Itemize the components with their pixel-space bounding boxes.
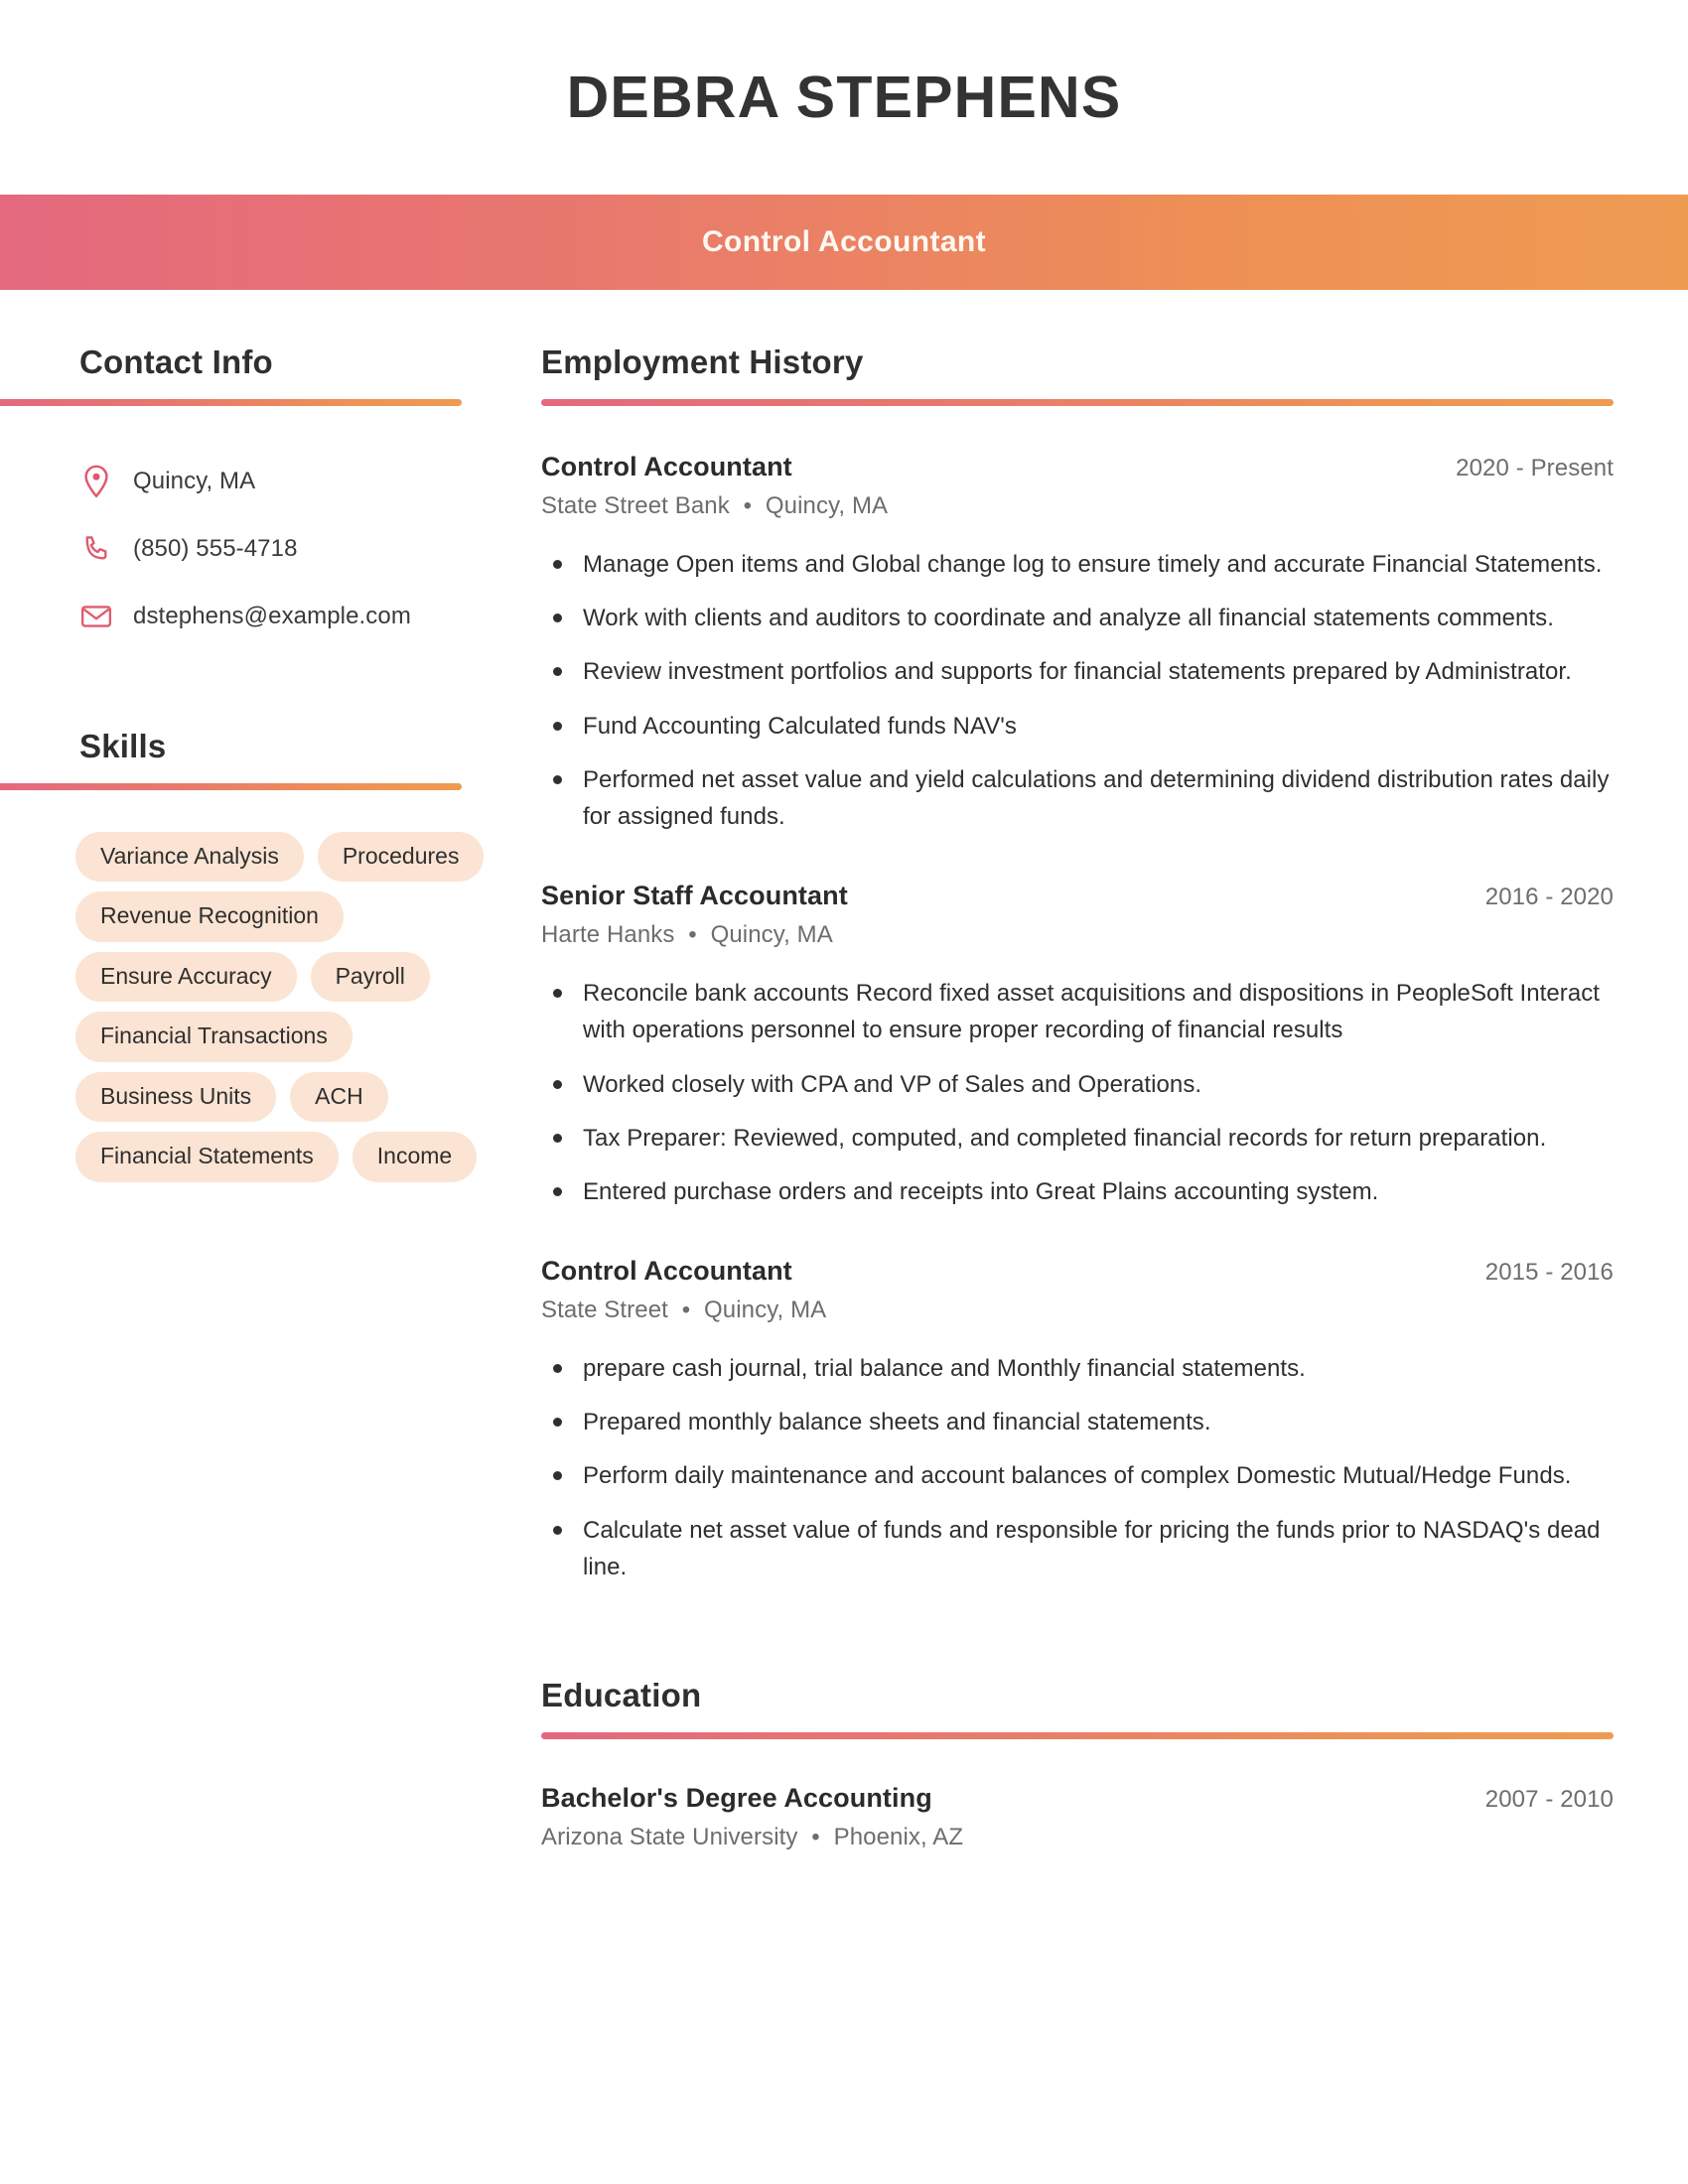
contact-email-value: dstephens@example.com bbox=[133, 603, 411, 629]
contact-item-email[interactable]: dstephens@example.com bbox=[79, 583, 541, 650]
employment-history-heading: Employment History bbox=[541, 343, 864, 380]
employment-entry: Control Accountant 2015 - 2016 State Str… bbox=[541, 1256, 1614, 1585]
education-divider bbox=[541, 1732, 1614, 1739]
employment-bullet: Calculate net asset value of funds and r… bbox=[541, 1512, 1614, 1585]
employment-bullet: Prepared monthly balance sheets and fina… bbox=[541, 1404, 1614, 1440]
bullet-separator-icon: • bbox=[743, 492, 753, 519]
education-entry: Bachelor's Degree Accounting 2007 - 2010… bbox=[541, 1783, 1614, 1851]
resume-page: DEBRA STEPHENS Control Accountant Contac… bbox=[0, 0, 1688, 2184]
skill-pill[interactable]: Financial Transactions bbox=[75, 1012, 352, 1062]
employment-entry: Senior Staff Accountant 2016 - 2020 Hart… bbox=[541, 881, 1614, 1210]
employment-bullet: Perform daily maintenance and account ba… bbox=[541, 1457, 1614, 1494]
employment-bullets: Reconcile bank accounts Record fixed ass… bbox=[541, 975, 1614, 1210]
employment-dates: 2016 - 2020 bbox=[1484, 884, 1614, 911]
skills-section: Skills Variance Analysis Procedures Reve… bbox=[0, 728, 541, 1182]
employment-bullets: Manage Open items and Global change log … bbox=[541, 546, 1614, 835]
employment-company-location: Harte Hanks • Quincy, MA bbox=[541, 921, 1614, 949]
main-column: Employment History Control Accountant 20… bbox=[541, 343, 1688, 1851]
employment-company-location: State Street Bank • Quincy, MA bbox=[541, 492, 1614, 520]
contact-phone-value: (850) 555-4718 bbox=[133, 535, 298, 562]
skill-pill[interactable]: Procedures bbox=[317, 832, 485, 883]
location-pin-icon bbox=[79, 465, 113, 498]
employment-bullet: Tax Preparer: Reviewed, computed, and co… bbox=[541, 1120, 1614, 1157]
bullet-separator-icon: • bbox=[681, 1297, 691, 1324]
envelope-icon bbox=[79, 604, 113, 629]
employment-bullet: Work with clients and auditors to coordi… bbox=[541, 600, 1614, 636]
skill-pill[interactable]: Income bbox=[352, 1132, 478, 1182]
education-school: Arizona State University bbox=[541, 1824, 798, 1850]
employment-bullet: Entered purchase orders and receipts int… bbox=[541, 1173, 1614, 1210]
skill-pill[interactable]: Variance Analysis bbox=[75, 832, 304, 883]
employment-job-title: Control Accountant bbox=[541, 452, 792, 481]
contact-item-phone[interactable]: (850) 555-4718 bbox=[79, 515, 541, 583]
contact-location-value: Quincy, MA bbox=[133, 468, 256, 494]
contact-info-section: Contact Info Quincy, MA (850) 555-4718 d… bbox=[0, 343, 541, 650]
contact-info-heading: Contact Info bbox=[79, 343, 273, 380]
employment-bullet: Manage Open items and Global change log … bbox=[541, 546, 1614, 583]
employment-location: Quincy, MA bbox=[765, 492, 889, 519]
bullet-separator-icon: • bbox=[811, 1824, 820, 1850]
job-title-band: Control Accountant bbox=[0, 195, 1688, 290]
employment-history-section: Employment History Control Accountant 20… bbox=[541, 343, 1614, 1585]
employment-bullet: Fund Accounting Calculated funds NAV's bbox=[541, 708, 1614, 745]
employment-location: Quincy, MA bbox=[704, 1297, 827, 1324]
employment-company-location: State Street • Quincy, MA bbox=[541, 1297, 1614, 1324]
employment-company: State Street Bank bbox=[541, 492, 730, 519]
employment-location: Quincy, MA bbox=[710, 921, 833, 949]
education-entry-header: Bachelor's Degree Accounting 2007 - 2010 bbox=[541, 1783, 1614, 1814]
sidebar: Contact Info Quincy, MA (850) 555-4718 d… bbox=[0, 343, 541, 1182]
employment-bullets: prepare cash journal, trial balance and … bbox=[541, 1350, 1614, 1585]
education-location: Phoenix, AZ bbox=[833, 1824, 964, 1850]
employment-dates: 2015 - 2016 bbox=[1484, 1259, 1614, 1287]
bullet-separator-icon: • bbox=[688, 921, 697, 949]
phone-icon bbox=[79, 534, 113, 564]
contact-list: Quincy, MA (850) 555-4718 dstephens@exam… bbox=[0, 448, 541, 650]
employment-company: State Street bbox=[541, 1297, 668, 1324]
contact-item-location[interactable]: Quincy, MA bbox=[79, 448, 541, 515]
employment-job-title: Control Accountant bbox=[541, 1256, 792, 1287]
skills-heading: Skills bbox=[79, 728, 167, 764]
page-title: DEBRA STEPHENS bbox=[566, 64, 1122, 130]
employment-bullet: prepare cash journal, trial balance and … bbox=[541, 1350, 1614, 1387]
employment-entry-header: Senior Staff Accountant 2016 - 2020 bbox=[541, 881, 1614, 911]
education-degree: Bachelor's Degree Accounting bbox=[541, 1783, 932, 1813]
skill-pill[interactable]: Payroll bbox=[310, 951, 430, 1003]
education-section: Education Bachelor's Degree Accounting 2… bbox=[541, 1677, 1614, 1851]
skill-pill[interactable]: ACH bbox=[290, 1071, 388, 1123]
education-heading: Education bbox=[541, 1677, 702, 1713]
skill-pill[interactable]: Financial Statements bbox=[75, 1132, 339, 1182]
employment-entry-header: Control Accountant 2020 - Present bbox=[541, 452, 1614, 482]
employment-entry: Control Accountant 2020 - Present State … bbox=[541, 452, 1614, 835]
skill-pill[interactable]: Business Units bbox=[75, 1071, 277, 1123]
employment-job-title: Senior Staff Accountant bbox=[541, 881, 848, 911]
skill-pill[interactable]: Revenue Recognition bbox=[75, 891, 344, 942]
skill-pill[interactable]: Ensure Accuracy bbox=[75, 951, 297, 1003]
header-name-band: DEBRA STEPHENS bbox=[0, 0, 1688, 195]
employment-company: Harte Hanks bbox=[541, 921, 675, 949]
skills-list: Variance Analysis Procedures Revenue Rec… bbox=[0, 832, 541, 1182]
employment-bullet: Worked closely with CPA and VP of Sales … bbox=[541, 1066, 1614, 1103]
employment-bullet: Performed net asset value and yield calc… bbox=[541, 761, 1614, 835]
employment-entry-header: Control Accountant 2015 - 2016 bbox=[541, 1256, 1614, 1287]
contact-info-divider bbox=[0, 399, 462, 406]
education-school-location: Arizona State University • Phoenix, AZ bbox=[541, 1824, 1614, 1851]
skills-divider bbox=[0, 783, 462, 790]
employment-bullet: Review investment portfolios and support… bbox=[541, 653, 1614, 690]
resume-body: Contact Info Quincy, MA (850) 555-4718 d… bbox=[0, 290, 1688, 1851]
employment-dates: 2020 - Present bbox=[1456, 455, 1614, 481]
job-title: Control Accountant bbox=[701, 225, 987, 258]
employment-bullet: Reconcile bank accounts Record fixed ass… bbox=[541, 975, 1614, 1048]
employment-history-divider bbox=[541, 399, 1614, 406]
education-dates: 2007 - 2010 bbox=[1484, 1786, 1614, 1813]
